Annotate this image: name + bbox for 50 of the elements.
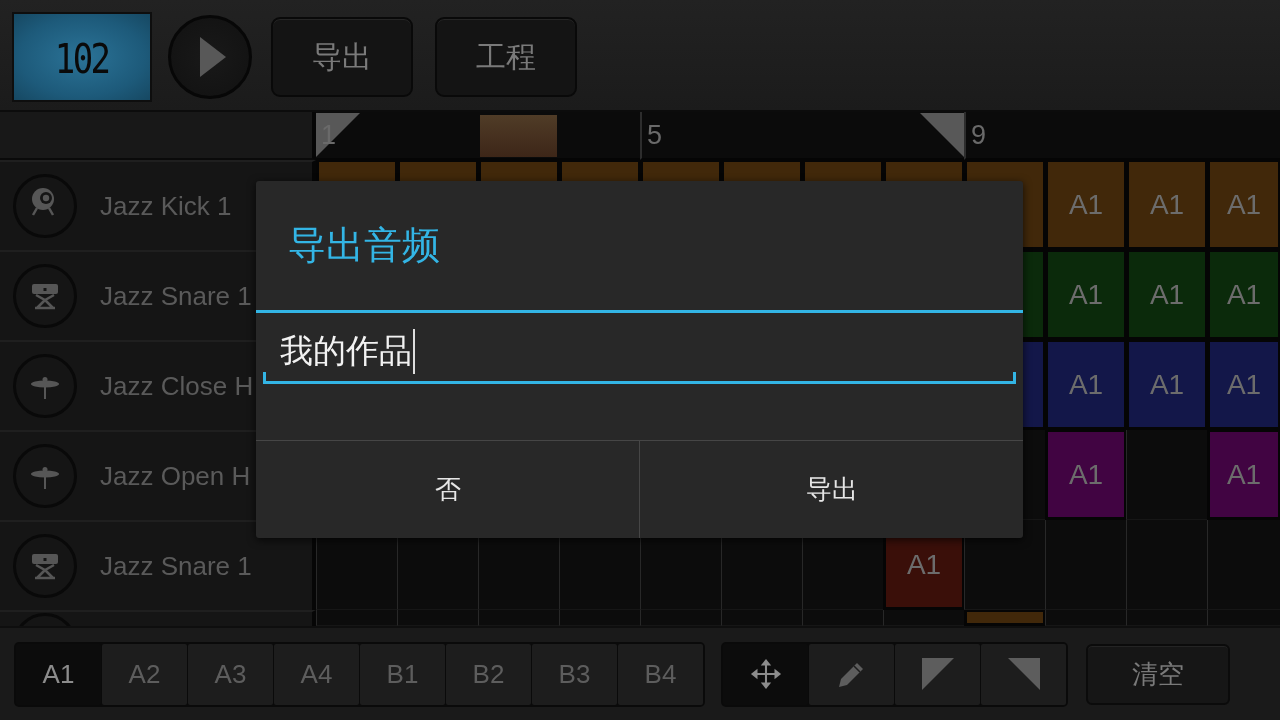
pattern-button[interactable]: A4	[274, 643, 359, 705]
pencil-tool-button[interactable]	[809, 643, 894, 705]
pattern-clip[interactable]: A1	[1210, 342, 1278, 427]
play-icon	[200, 37, 226, 77]
track-name[interactable]: Jazz Close H	[100, 370, 254, 402]
cancel-button[interactable]: 否	[256, 441, 639, 538]
pencil-icon	[837, 660, 866, 688]
pattern-button[interactable]: B4	[618, 643, 703, 705]
track-name[interactable]: Jazz Kick 1	[100, 190, 232, 222]
snare-drum-icon	[13, 264, 77, 328]
pattern-button[interactable]: A2	[102, 643, 187, 705]
pattern-clip[interactable]: A1	[1048, 162, 1124, 247]
pattern-button[interactable]: B3	[532, 643, 617, 705]
timeline-slot[interactable]: 5	[640, 112, 721, 160]
clear-button[interactable]: 清空	[1086, 643, 1230, 705]
export-button[interactable]: 导出	[271, 17, 413, 97]
pattern-clip[interactable]: A1	[1129, 162, 1205, 247]
bar-number: 5	[647, 119, 663, 151]
pattern-clip[interactable]: A1	[1129, 252, 1205, 337]
loop-end-triangle-icon	[1007, 658, 1040, 690]
timeline-slot[interactable]: 9	[964, 112, 1045, 160]
pattern-button[interactable]: B1	[360, 643, 445, 705]
kick-drum-icon	[13, 174, 77, 238]
project-button[interactable]: 工程	[435, 17, 577, 97]
pattern-clip[interactable]: A1	[1048, 432, 1124, 517]
pattern-button[interactable]: A3	[188, 643, 273, 705]
pattern-clip[interactable]: A1	[1048, 342, 1124, 427]
track-name[interactable]: Jazz Open H	[100, 460, 251, 492]
loop-start-triangle-icon	[921, 658, 954, 690]
loop-start-tool-button[interactable]	[895, 643, 980, 705]
cymbal-icon	[13, 354, 77, 418]
timeline-slot[interactable]	[883, 112, 964, 160]
confirm-export-button[interactable]: 导出	[639, 441, 1023, 538]
pattern-button[interactable]: B2	[446, 643, 531, 705]
cymbal-icon	[13, 444, 77, 508]
pattern-clip[interactable]: A1	[1129, 342, 1205, 427]
pattern-clip[interactable]: A1	[1210, 252, 1278, 337]
move-arrows-icon	[749, 658, 782, 690]
bar-number: 9	[971, 119, 987, 151]
pattern-clip[interactable]: A1	[1048, 252, 1124, 337]
snare-drum-icon	[13, 534, 77, 598]
dialog-title: 导出音频	[288, 223, 440, 268]
tempo-display[interactable]: 102	[12, 12, 152, 102]
track-name[interactable]: Jazz Snare 1	[100, 280, 252, 312]
pattern-clip[interactable]: A1	[1210, 162, 1278, 247]
loop-end-marker-icon[interactable]	[920, 113, 964, 157]
pattern-clip[interactable]: A1	[1210, 432, 1278, 517]
pattern-clip[interactable]	[967, 612, 1043, 623]
loop-end-tool-button[interactable]	[981, 643, 1066, 705]
track-name[interactable]: Jazz Snare 1	[100, 550, 252, 582]
